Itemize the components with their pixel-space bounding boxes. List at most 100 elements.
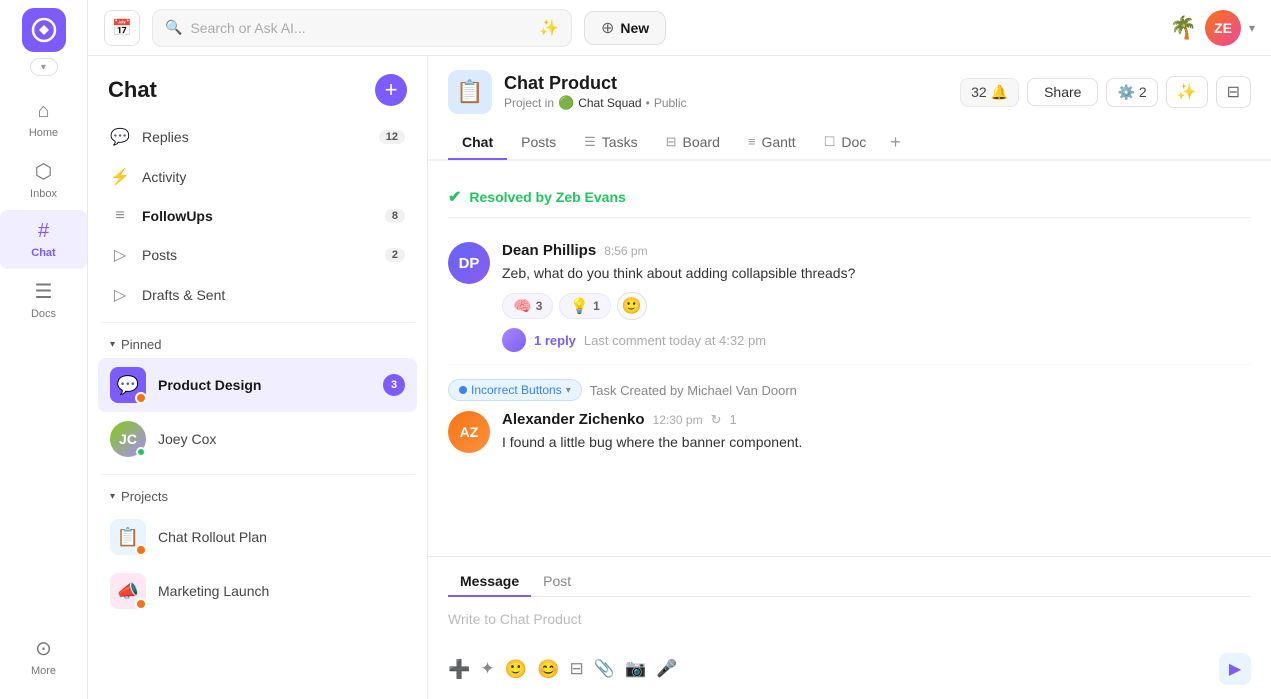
docs-icon: ☰ [35, 279, 53, 304]
emoji-icon[interactable]: 🙂 [505, 659, 527, 680]
replies-label: Replies [142, 129, 367, 145]
tab-board[interactable]: ⊟ Board [652, 126, 734, 160]
sidebar-nav-more[interactable]: ⊙ More [0, 626, 87, 687]
chat-label: Chat [31, 247, 55, 259]
sidebar-nav-inbox[interactable]: ⬡ Inbox [0, 149, 87, 210]
search-input: Search or Ask AI... [190, 20, 531, 36]
camera-icon[interactable]: 📷 [625, 659, 646, 679]
send-button[interactable]: ▶ [1219, 653, 1251, 685]
check-icon: ✔ [448, 187, 461, 207]
replies-badge: 12 [379, 130, 405, 144]
input-tab-post[interactable]: Post [531, 567, 583, 597]
gantt-bar-icon: ≡ [748, 134, 756, 149]
user-chevron-icon[interactable]: ▾ [1249, 21, 1255, 35]
main-content: 📋 Chat Product Project in 🟢 Chat Squad •… [428, 0, 1271, 699]
paperclip-icon[interactable]: 📎 [594, 659, 615, 679]
sidebar: ▾ ⌂ Home ⬡ Inbox # Chat ☰ Docs ⊙ More [0, 0, 88, 699]
marketing-icon: 📣 [110, 573, 146, 609]
task-badge-button[interactable]: Incorrect Buttons ▾ [448, 379, 582, 401]
sidebar-nav-home[interactable]: ⌂ Home [0, 90, 87, 149]
task-badge-label: Incorrect Buttons [471, 383, 562, 397]
activity-icon: ⚡ [110, 167, 130, 187]
project-squad-name: Chat Squad [578, 96, 641, 110]
channel-marketing[interactable]: 📣 Marketing Launch [98, 564, 417, 618]
product-design-name: Product Design [158, 377, 371, 393]
posts-badge: 2 [385, 248, 405, 262]
tab-posts[interactable]: Posts [507, 126, 570, 160]
replies-icon: 💬 [110, 127, 130, 147]
sparkle-input-icon[interactable]: ✦ [480, 659, 494, 679]
chat-rollout-name: Chat Rollout Plan [158, 529, 405, 545]
new-button[interactable]: ⊕ New [584, 11, 666, 45]
smile-plus-icon: 🙂 [622, 296, 642, 316]
project-info: Chat Product Project in 🟢 Chat Squad • P… [504, 73, 687, 111]
chat-nav-followups[interactable]: ≡ FollowUps 8 [98, 198, 417, 234]
share-button[interactable]: Share [1027, 78, 1098, 106]
tab-chat[interactable]: Chat [448, 126, 507, 160]
resolved-banner: ✔ Resolved by Zeb Evans [448, 177, 1251, 218]
reaction-bulb[interactable]: 💡 1 [559, 293, 610, 319]
tab-tasks[interactable]: ☰ Tasks [570, 126, 651, 160]
chat-nav-drafts[interactable]: ▷ Drafts & Sent [98, 276, 417, 314]
emoji2-icon[interactable]: 😊 [537, 659, 559, 680]
tasks-list-icon: ☰ [584, 134, 596, 150]
ai-button[interactable]: ⚙️ 2 [1106, 78, 1157, 107]
message-textbox[interactable]: Write to Chat Product [448, 605, 1251, 647]
channel-product-design[interactable]: 💬 Product Design 3 [98, 358, 417, 412]
board-grid-icon: ⊟ [666, 134, 677, 150]
tab-add-button[interactable]: + [880, 124, 911, 161]
ai-settings-icon: ⚙️ [1117, 84, 1134, 101]
sidebar-nav-chat[interactable]: # Chat [0, 210, 87, 269]
tab-doc[interactable]: ☐ Doc [810, 126, 881, 160]
activity-label: Activity [142, 169, 405, 185]
marketing-name: Marketing Launch [158, 583, 405, 599]
palm-icon: 🌴 [1170, 15, 1197, 41]
message-input-area: Message Post Write to Chat Product ➕ ✦ 🙂… [428, 556, 1271, 699]
docs-label: Docs [31, 308, 56, 320]
followups-icon: ≡ [110, 207, 130, 225]
stat-count: 32 [971, 84, 987, 100]
input-tab-message[interactable]: Message [448, 567, 531, 597]
sidebar-expand-button[interactable]: ▾ [30, 58, 58, 76]
bulb-count: 1 [593, 299, 600, 313]
app-logo[interactable] [22, 8, 66, 52]
layout-button[interactable]: ⊟ [1216, 76, 1251, 108]
inbox-icon: ⬡ [35, 159, 52, 184]
add-reaction-button[interactable]: 🙂 [617, 292, 647, 320]
mic-icon[interactable]: 🎤 [656, 659, 677, 679]
search-bar[interactable]: 🔍 Search or Ask AI... ✨ [152, 9, 572, 47]
resolved-text: Resolved by Zeb Evans [469, 189, 625, 205]
drafts-icon: ▷ [110, 285, 130, 305]
task-created-label: Task Created by Michael Van Doorn [590, 383, 797, 398]
alex-time: 12:30 pm [653, 413, 703, 427]
search-icon: 🔍 [165, 19, 182, 36]
tab-gantt[interactable]: ≡ Gantt [734, 126, 810, 160]
user-avatar[interactable]: ZE [1205, 10, 1241, 46]
project-stat[interactable]: 32 🔔 [960, 78, 1019, 107]
new-chat-button[interactable]: + [375, 74, 407, 106]
sparkle-button[interactable]: ✨ [1166, 76, 1208, 108]
chat-rollout-icon: 📋 [110, 519, 146, 555]
task-chevron-icon: ▾ [566, 385, 571, 396]
chat-nav-activity[interactable]: ⚡ Activity [98, 158, 417, 196]
messages-area: ✔ Resolved by Zeb Evans DP Dean Phillips… [428, 161, 1271, 556]
channel-chat-rollout[interactable]: 📋 Chat Rollout Plan [98, 510, 417, 564]
table-icon[interactable]: ⊟ [570, 659, 584, 679]
reply-thread[interactable]: 1 reply Last comment today at 4:32 pm [502, 328, 1251, 352]
dean-avatar: DP [448, 242, 490, 284]
projects-section-header[interactable]: ▾ Projects [88, 483, 427, 510]
sidebar-nav-docs[interactable]: ☰ Docs [0, 269, 87, 330]
channel-joey-cox[interactable]: JC Joey Cox [98, 412, 417, 466]
dean-time: 8:56 pm [604, 244, 647, 258]
attach-plus-icon[interactable]: ➕ [448, 659, 470, 680]
chat-nav-posts[interactable]: ▷ Posts 2 [98, 236, 417, 274]
pinned-section-header[interactable]: ▾ Pinned [88, 331, 427, 358]
reaction-brain[interactable]: 🧠 3 [502, 293, 553, 319]
calendar-button[interactable]: 📅 [104, 10, 140, 46]
reply-last-text: Last comment today at 4:32 pm [584, 333, 766, 348]
message-task-block: Incorrect Buttons ▾ Task Created by Mich… [448, 365, 1251, 453]
chat-nav-replies[interactable]: 💬 Replies 12 [98, 118, 417, 156]
joey-cox-name: Joey Cox [158, 431, 405, 447]
home-label: Home [29, 127, 58, 139]
posts-label: Posts [142, 247, 373, 263]
